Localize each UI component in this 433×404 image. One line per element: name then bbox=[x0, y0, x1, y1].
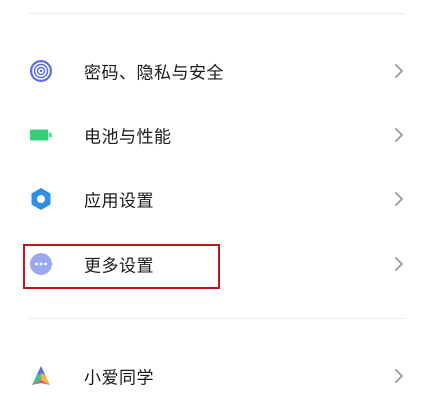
top-divider bbox=[28, 13, 405, 14]
chevron-right-icon bbox=[395, 257, 403, 271]
settings-item-app-settings[interactable]: 应用设置 bbox=[0, 173, 433, 225]
gear-icon bbox=[29, 187, 53, 211]
highlight-box bbox=[23, 244, 220, 289]
chevron-right-icon bbox=[395, 192, 403, 206]
settings-screen: 密码、隐私与安全 电池与性能 应用设置 更多设置 小爱同学 bbox=[0, 0, 433, 404]
settings-item-label: 应用设置 bbox=[84, 191, 154, 212]
settings-item-label: 小爱同学 bbox=[84, 368, 154, 389]
settings-item-label: 密码、隐私与安全 bbox=[84, 63, 224, 84]
fingerprint-icon bbox=[29, 59, 53, 83]
settings-item-label: 电池与性能 bbox=[84, 127, 172, 148]
chevron-right-icon bbox=[395, 64, 403, 78]
chevron-right-icon bbox=[395, 128, 403, 142]
chevron-right-icon bbox=[395, 369, 403, 383]
section-divider bbox=[28, 318, 405, 319]
settings-item-password-privacy-security[interactable]: 密码、隐私与安全 bbox=[0, 45, 433, 97]
battery-icon bbox=[29, 123, 53, 147]
settings-item-battery-performance[interactable]: 电池与性能 bbox=[0, 109, 433, 161]
xiaoai-icon bbox=[29, 364, 53, 388]
settings-item-xiaoai[interactable]: 小爱同学 bbox=[0, 350, 433, 402]
